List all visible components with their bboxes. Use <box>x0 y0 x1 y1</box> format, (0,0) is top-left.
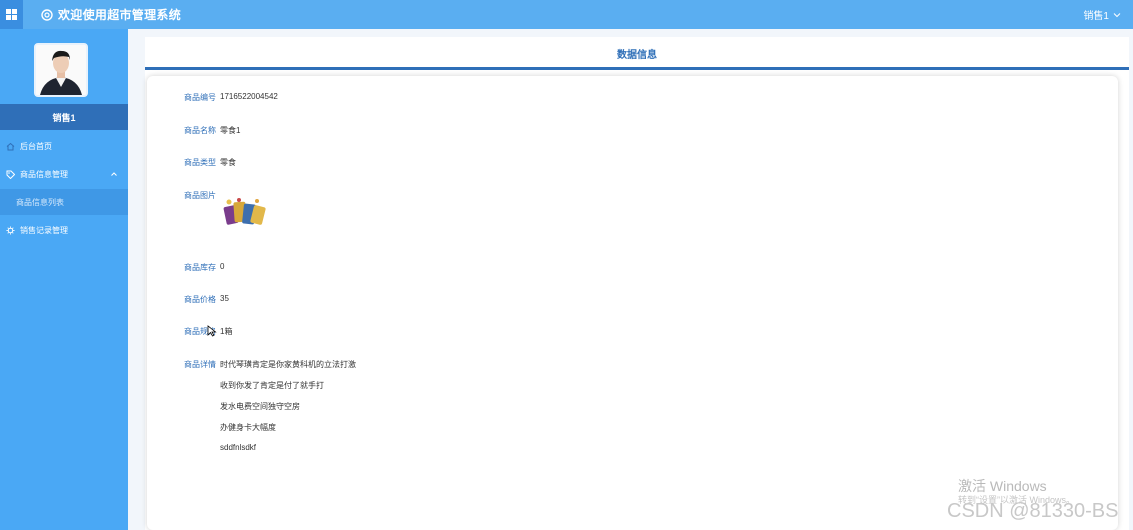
product-image <box>223 198 266 225</box>
csdn-watermark: CSDN @81330-BS <box>947 500 1119 522</box>
detail-line: 办健身卡大幅度 <box>220 423 276 432</box>
field-value: 1716522004542 <box>220 92 278 101</box>
field-value: 1箱 <box>220 327 233 336</box>
chevron-down-icon <box>1113 12 1121 17</box>
user-menu[interactable]: 销售1 <box>1083 0 1121 29</box>
grid-icon <box>6 9 17 20</box>
chevron-up-icon <box>111 172 117 176</box>
detail-line: 发水电费空间独守空房 <box>220 402 300 411</box>
avatar-image <box>36 45 86 95</box>
apps-grid-button[interactable] <box>0 0 23 29</box>
home-icon <box>6 142 15 150</box>
field-product-price: 商品价格 35 <box>184 294 229 305</box>
logo-icon <box>41 8 53 21</box>
sidebar-user-label: 销售1 <box>0 104 128 130</box>
sidebar-subitem-goods-list[interactable]: 商品信息列表 <box>0 189 128 215</box>
field-product-stock: 商品库存 0 <box>184 262 224 273</box>
sidebar-item-home-label: 后台首页 <box>20 141 52 151</box>
avatar <box>34 43 88 97</box>
field-product-type: 商品类型 零食 <box>184 157 236 168</box>
field-label: 商品价格 <box>184 295 216 304</box>
gear-icon <box>6 226 15 234</box>
field-value: 零食1 <box>220 126 241 135</box>
tag-icon <box>6 170 15 179</box>
sidebar-item-goods-label: 商品信息管理 <box>20 169 68 179</box>
field-value: 35 <box>220 294 229 303</box>
field-product-detail: 商品详情 时代琴璜肯定是你家黄科机的立法打激 <box>184 359 356 370</box>
sidebar: 销售1 后台首页 商品信息管理 商品信息列表 销售记录管理 <box>0 29 128 530</box>
detail-line: 收到你发了肯定是付了就手打 <box>220 381 324 390</box>
detail-card: 商品编号 1716522004542 商品名称 零食1 商品类型 零食 商品图片… <box>147 76 1118 530</box>
field-label: 商品名称 <box>184 126 216 135</box>
field-product-code: 商品编号 1716522004542 <box>184 92 278 103</box>
field-label: 商品图片 <box>184 191 216 200</box>
field-value: 0 <box>220 262 225 271</box>
mouse-cursor-icon <box>207 325 217 337</box>
field-value: 零食 <box>220 158 236 167</box>
user-name: 销售1 <box>1083 11 1109 22</box>
sidebar-item-sales-label: 销售记录管理 <box>20 225 68 235</box>
top-bar: 欢迎使用超市管理系统 销售1 <box>0 0 1133 29</box>
sidebar-item-goods[interactable]: 商品信息管理 <box>0 161 128 187</box>
field-label: 商品详情 <box>184 360 216 369</box>
sidebar-item-sales[interactable]: 销售记录管理 <box>0 217 128 243</box>
field-product-name: 商品名称 零食1 <box>184 125 240 136</box>
field-product-image: 商品图片 <box>184 190 220 201</box>
detail-line: sddfnlsdkf <box>220 443 257 452</box>
field-value: 时代琴璜肯定是你家黄科机的立法打激 <box>220 360 356 369</box>
field-label: 商品库存 <box>184 263 216 272</box>
app-title: 欢迎使用超市管理系统 <box>58 8 182 22</box>
page-title: 数据信息 <box>617 50 657 61</box>
title-underline <box>145 67 1129 70</box>
field-label: 商品类型 <box>184 158 216 167</box>
field-label: 商品编号 <box>184 93 216 102</box>
sidebar-item-home[interactable]: 后台首页 <box>0 133 128 159</box>
main-panel: 数据信息 商品编号 1716522004542 商品名称 零食1 商品类型 零食… <box>145 37 1129 530</box>
